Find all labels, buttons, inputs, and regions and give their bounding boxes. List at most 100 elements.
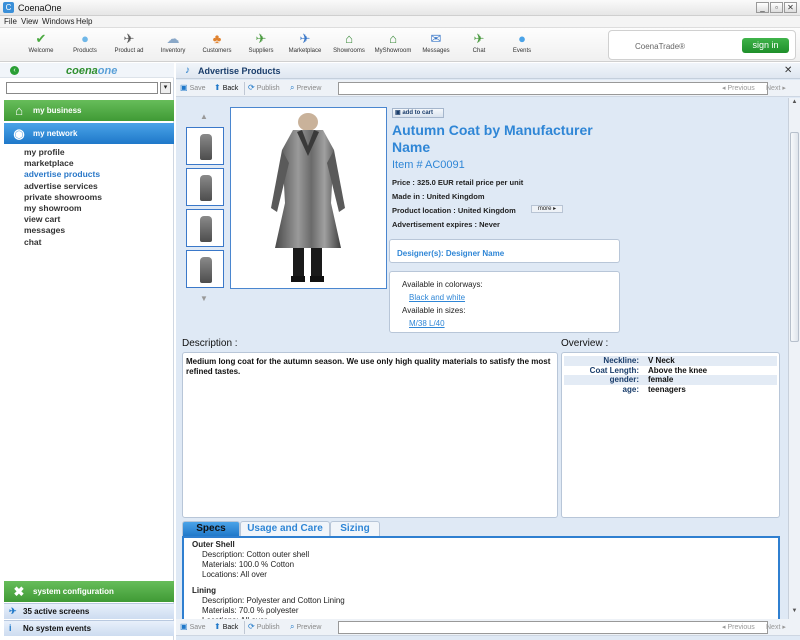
add-to-cart-button[interactable]: ▣ add to cart <box>392 108 444 118</box>
toolbar-products-button[interactable]: ● Products <box>63 30 107 60</box>
product-main-image <box>230 107 387 289</box>
sidebar-item-chat[interactable]: chat <box>24 237 102 248</box>
preview-icon: ⌕ <box>290 622 295 631</box>
scroll-up-arrow-icon[interactable]: ▲ <box>790 99 799 108</box>
lining-description: Description: Polyester and Cotton Lining <box>202 596 345 605</box>
system-configuration-header[interactable]: ✖ system configuration <box>4 581 174 602</box>
overview-label: Overview : <box>561 338 609 349</box>
previous-button[interactable]: ◂ Previous <box>722 84 755 92</box>
sidebar-item-my-profile[interactable]: my profile <box>24 147 102 158</box>
coenatrade-panel: CoenaTrade® sign in <box>608 30 796 60</box>
tab-usage-and-care[interactable]: Usage and Care <box>240 521 330 536</box>
sidebar-item-my-showroom[interactable]: my showroom <box>24 203 102 214</box>
products-icon: ● <box>81 31 89 46</box>
toolbar-marketplace-button[interactable]: ✈ Marketplace <box>283 30 327 60</box>
my-business-header[interactable]: ⌂ my business <box>4 100 174 121</box>
toolbar-welcome-button[interactable]: ✔ Welcome <box>19 30 63 60</box>
next-button-bottom[interactable]: Next ▸ <box>766 623 786 631</box>
tab-sizing[interactable]: Sizing <box>330 521 380 536</box>
toolbar-label: Events <box>512 48 532 54</box>
window-title: CoenaOne <box>18 3 62 13</box>
toolbar-messages-button[interactable]: ✉ Messages <box>414 30 458 60</box>
thumbnail-1[interactable] <box>186 127 224 165</box>
sidebar-item-advertise-products[interactable]: advertise products <box>24 169 102 180</box>
publish-button-bottom[interactable]: ⟳ Publish <box>248 622 280 631</box>
previous-label: Previous <box>727 624 755 631</box>
vertical-scrollbar[interactable]: ▲ ▼ <box>788 98 800 619</box>
colorways-link[interactable]: Black and white <box>409 293 465 302</box>
toolbar-product-ad-button[interactable]: ✈ Product ad <box>107 30 151 60</box>
save-button-bottom[interactable]: ▣ Save <box>180 622 206 631</box>
restore-button[interactable]: ▫ <box>770 2 783 13</box>
next-label: Next <box>766 85 781 92</box>
back-button[interactable]: ⬆ Back <box>214 83 238 92</box>
active-screens-bar[interactable]: ✈ 35 active screens <box>4 603 174 619</box>
publish-label: Publish <box>256 624 280 631</box>
menu-windows[interactable]: Windows <box>42 17 74 26</box>
customers-icon: ♣ <box>212 31 222 46</box>
toolbar-label: Product ad <box>114 48 144 54</box>
sign-in-button[interactable]: sign in <box>742 38 789 53</box>
toolbar-customers-button[interactable]: ♣ Customers <box>195 30 239 60</box>
close-panel-button[interactable]: ✕ <box>784 65 792 76</box>
toolbar-chat-button[interactable]: ✈ Chat <box>457 30 501 60</box>
more-button[interactable]: more ▸ <box>531 205 563 213</box>
marketplace-icon: ✈ <box>299 31 311 46</box>
previous-button-bottom[interactable]: ◂ Previous <box>722 623 755 631</box>
next-button[interactable]: Next ▸ <box>766 84 786 92</box>
logo-part-one: one <box>97 65 118 77</box>
sidebar-item-messages[interactable]: messages <box>24 225 102 236</box>
minimize-button[interactable]: _ <box>756 2 769 13</box>
sidebar-search-input[interactable] <box>6 82 158 94</box>
system-events-bar[interactable]: i No system events <box>4 620 174 636</box>
my-network-header[interactable]: ◉ my network <box>4 123 174 144</box>
sizes-link[interactable]: M/38 L/40 <box>409 319 445 328</box>
toolbar-label: Welcome <box>28 48 54 54</box>
preview-button[interactable]: ⌕ Preview <box>290 83 321 93</box>
sidebar-item-marketplace[interactable]: marketplace <box>24 158 102 169</box>
back-label: Back <box>222 85 239 92</box>
description-label: Description : <box>182 338 238 349</box>
menu-file[interactable]: File <box>4 17 17 26</box>
thumbs-down-arrow-icon[interactable]: ▼ <box>198 294 210 304</box>
product-ad-icon: ✈ <box>123 31 135 46</box>
up-arrow-icon: ⬆ <box>214 83 221 92</box>
sidebar-search-dropdown[interactable]: ▾ <box>160 82 171 94</box>
back-arrow-icon[interactable]: ‹ <box>10 66 19 75</box>
top-action-bar: ▣ Save ⬆ Back ⟳ Publish ⌕ Preview ◂ Previous… <box>176 80 800 97</box>
action-bar-input-bottom[interactable] <box>338 621 768 634</box>
sidebar-item-advertise-services[interactable]: advertise services <box>24 181 102 192</box>
action-bar-input[interactable] <box>338 82 768 95</box>
toolbar-label: Chat <box>472 48 486 54</box>
scrollbar-thumb[interactable] <box>790 132 799 342</box>
menu-view[interactable]: View <box>21 17 38 26</box>
scroll-down-arrow-icon[interactable]: ▼ <box>790 608 799 617</box>
menu-help[interactable]: Help <box>76 17 92 26</box>
close-window-button[interactable]: ✕ <box>784 2 797 13</box>
description-text: Medium long coat for the autumn season. … <box>186 357 551 376</box>
toolbar-suppliers-button[interactable]: ✈ Suppliers <box>239 30 283 60</box>
overview-row: age: teenagers <box>564 385 777 395</box>
toolbar-showrooms-button[interactable]: ⌂ Showrooms <box>327 30 371 60</box>
toolbar-events-button[interactable]: ● Events <box>500 30 544 60</box>
tab-specs[interactable]: Specs <box>182 521 240 536</box>
preview-button-bottom[interactable]: ⌕ Preview <box>290 622 321 632</box>
action-separator <box>244 621 245 634</box>
thumbs-up-arrow-icon[interactable]: ▲ <box>198 112 210 122</box>
sidebar-item-view-cart[interactable]: view cart <box>24 214 102 225</box>
thumbnail-3[interactable] <box>186 209 224 247</box>
toolbar-label: Customers <box>202 48 232 54</box>
overview-key: age: <box>622 384 639 394</box>
thumbnail-2[interactable] <box>186 168 224 206</box>
back-button-bottom[interactable]: ⬆ Back <box>214 622 238 631</box>
toolbar-inventory-button[interactable]: ☁ Inventory <box>151 30 195 60</box>
thumbnail-4[interactable] <box>186 250 224 288</box>
sidebar-item-private-showrooms[interactable]: private showrooms <box>24 192 102 203</box>
tools-icon: ✖ <box>13 584 25 599</box>
inventory-icon: ☁ <box>166 31 180 46</box>
toolbar-myshowroom-button[interactable]: ⌂ MyShowroom <box>371 30 415 60</box>
designer-link[interactable]: Designer(s): Designer Name <box>397 249 504 258</box>
publish-button[interactable]: ⟳ Publish <box>248 83 280 92</box>
welcome-icon: ✔ <box>35 31 47 46</box>
save-button[interactable]: ▣ Save <box>180 83 206 92</box>
